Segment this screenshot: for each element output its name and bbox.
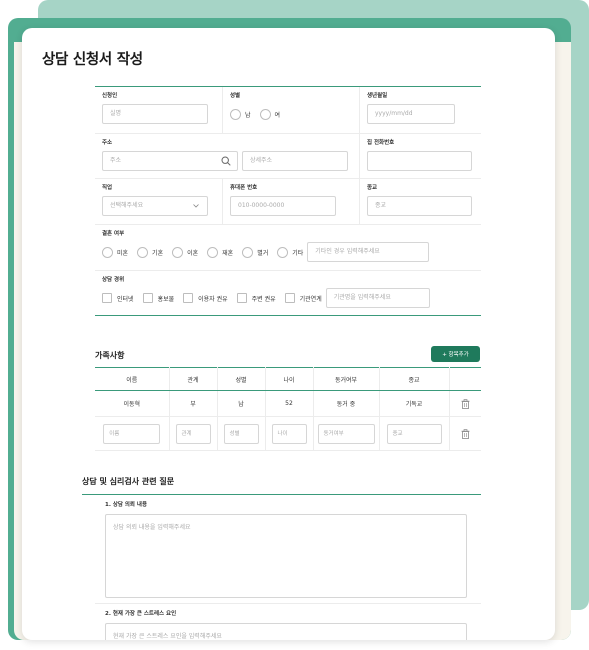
col-relation: 관계 (169, 367, 218, 391)
marital-divorced-radio[interactable]: 이혼 (172, 246, 198, 258)
cell-gender: 남 (217, 390, 266, 417)
religion-label: 종교 (367, 185, 378, 191)
route-org-input[interactable]: 기관명을 입력해주세요 (325, 288, 430, 308)
col-cohabit: 동거여부 (313, 367, 380, 391)
form-card: 상담 신청서 작성 신청인 실명 성별 남 여 생년월일 yyyy/mm/dd (22, 28, 555, 640)
birth-input[interactable]: yyyy/mm/dd (367, 104, 455, 124)
q2-textarea[interactable]: 현재 가장 큰 스트레스 요인을 입력해주세요 (105, 623, 467, 640)
q1-textarea[interactable]: 상담 의뢰 내용을 입력해주세요 (105, 514, 467, 598)
job-select[interactable]: 선택해주세요 (102, 196, 208, 216)
gender-female-radio[interactable]: 여 (259, 108, 280, 120)
col-religion: 종교 (379, 367, 450, 391)
address-detail-input[interactable]: 상세주소 (242, 151, 348, 171)
col-actions (449, 367, 481, 391)
job-label: 직업 (102, 185, 113, 191)
new-religion-input[interactable]: 종교 (386, 423, 442, 444)
address-input[interactable]: 주소 (102, 151, 238, 171)
table-row: 이름 관계 성별 나이 동거여부 종교 (95, 416, 481, 451)
page-title: 상담 신청서 작성 (42, 52, 143, 68)
add-family-button[interactable]: + 항목추가 (431, 346, 480, 362)
page: 상담 신청서 작성 신청인 실명 성별 남 여 생년월일 yyyy/mm/dd (0, 0, 589, 650)
marital-separated-radio[interactable]: 별거 (242, 246, 268, 258)
name-label: 신청인 (102, 93, 118, 99)
home-phone-label: 집 전화번호 (367, 140, 395, 146)
question-1: 1. 상담 의뢰 내용 상담 의뢰 내용을 입력해주세요 (95, 500, 481, 598)
cell-cohabit: 동거 중 (313, 390, 380, 417)
marital-remarried-radio[interactable]: 재혼 (207, 246, 233, 258)
marital-married-radio[interactable]: 기혼 (137, 246, 163, 258)
mobile-label: 휴대폰 번호 (230, 185, 258, 191)
col-gender: 성별 (217, 367, 266, 391)
marital-other-radio[interactable]: 기타 (277, 246, 303, 258)
marital-label: 결혼 여부 (102, 231, 125, 237)
new-relation-input[interactable]: 관계 (175, 423, 211, 444)
new-gender-input[interactable]: 성별 (223, 423, 259, 444)
questions-section-title: 상담 및 심리검사 관련 질문 (82, 477, 175, 486)
route-internet-checkbox[interactable]: 인터넷 (102, 293, 134, 303)
family-section-title: 가족사항 (95, 351, 125, 360)
family-table: 이름 관계 성별 나이 동거여부 종교 이동혁 부 남 52 동거 중 기독교 (95, 367, 481, 451)
q2-label: 2. 현재 가장 큰 스트레스 요인 (105, 611, 177, 617)
route-user-referral-checkbox[interactable]: 이용자 권유 (183, 293, 228, 303)
name-input[interactable]: 실명 (102, 104, 208, 124)
gender-label: 성별 (230, 93, 241, 99)
trash-icon[interactable] (461, 428, 470, 439)
cell-relation: 부 (169, 390, 218, 417)
questions-divider (82, 494, 481, 495)
birth-label: 생년월일 (367, 93, 388, 99)
cell-name: 이동혁 (95, 390, 170, 417)
new-name-input[interactable]: 이름 (103, 423, 161, 444)
search-icon[interactable] (221, 156, 231, 166)
col-name: 이름 (95, 367, 170, 391)
q1-label: 1. 상담 의뢰 내용 (105, 502, 148, 508)
route-agency-checkbox[interactable]: 기관연계 (284, 293, 322, 303)
mobile-input[interactable]: 010-0000-0000 (230, 196, 336, 216)
cell-age: 52 (265, 390, 314, 417)
route-acquaintance-checkbox[interactable]: 주변 권유 (236, 293, 276, 303)
new-age-input[interactable]: 나이 (271, 423, 307, 444)
route-label: 상담 경위 (102, 277, 125, 283)
chevron-down-icon (193, 204, 199, 208)
home-phone-input[interactable] (367, 151, 472, 171)
marital-single-radio[interactable]: 미혼 (102, 246, 128, 258)
applicant-form: 신청인 실명 성별 남 여 생년월일 yyyy/mm/dd 주소 주소 상세주소… (95, 86, 481, 316)
route-flyer-checkbox[interactable]: 홍보물 (142, 293, 174, 303)
table-row: 이동혁 부 남 52 동거 중 기독교 (95, 390, 481, 417)
question-2: 2. 현재 가장 큰 스트레스 요인 현재 가장 큰 스트레스 요인을 입력해주… (95, 609, 481, 640)
new-cohabit-input[interactable]: 동거여부 (317, 423, 375, 444)
trash-icon[interactable] (461, 398, 470, 409)
religion-input[interactable]: 종교 (367, 196, 472, 216)
address-label: 주소 (102, 140, 113, 146)
gender-male-radio[interactable]: 남 (230, 108, 251, 120)
cell-religion: 기독교 (379, 390, 450, 417)
col-age: 나이 (265, 367, 314, 391)
marital-other-input[interactable]: 기타인 경우 입력해주세요 (307, 242, 430, 262)
